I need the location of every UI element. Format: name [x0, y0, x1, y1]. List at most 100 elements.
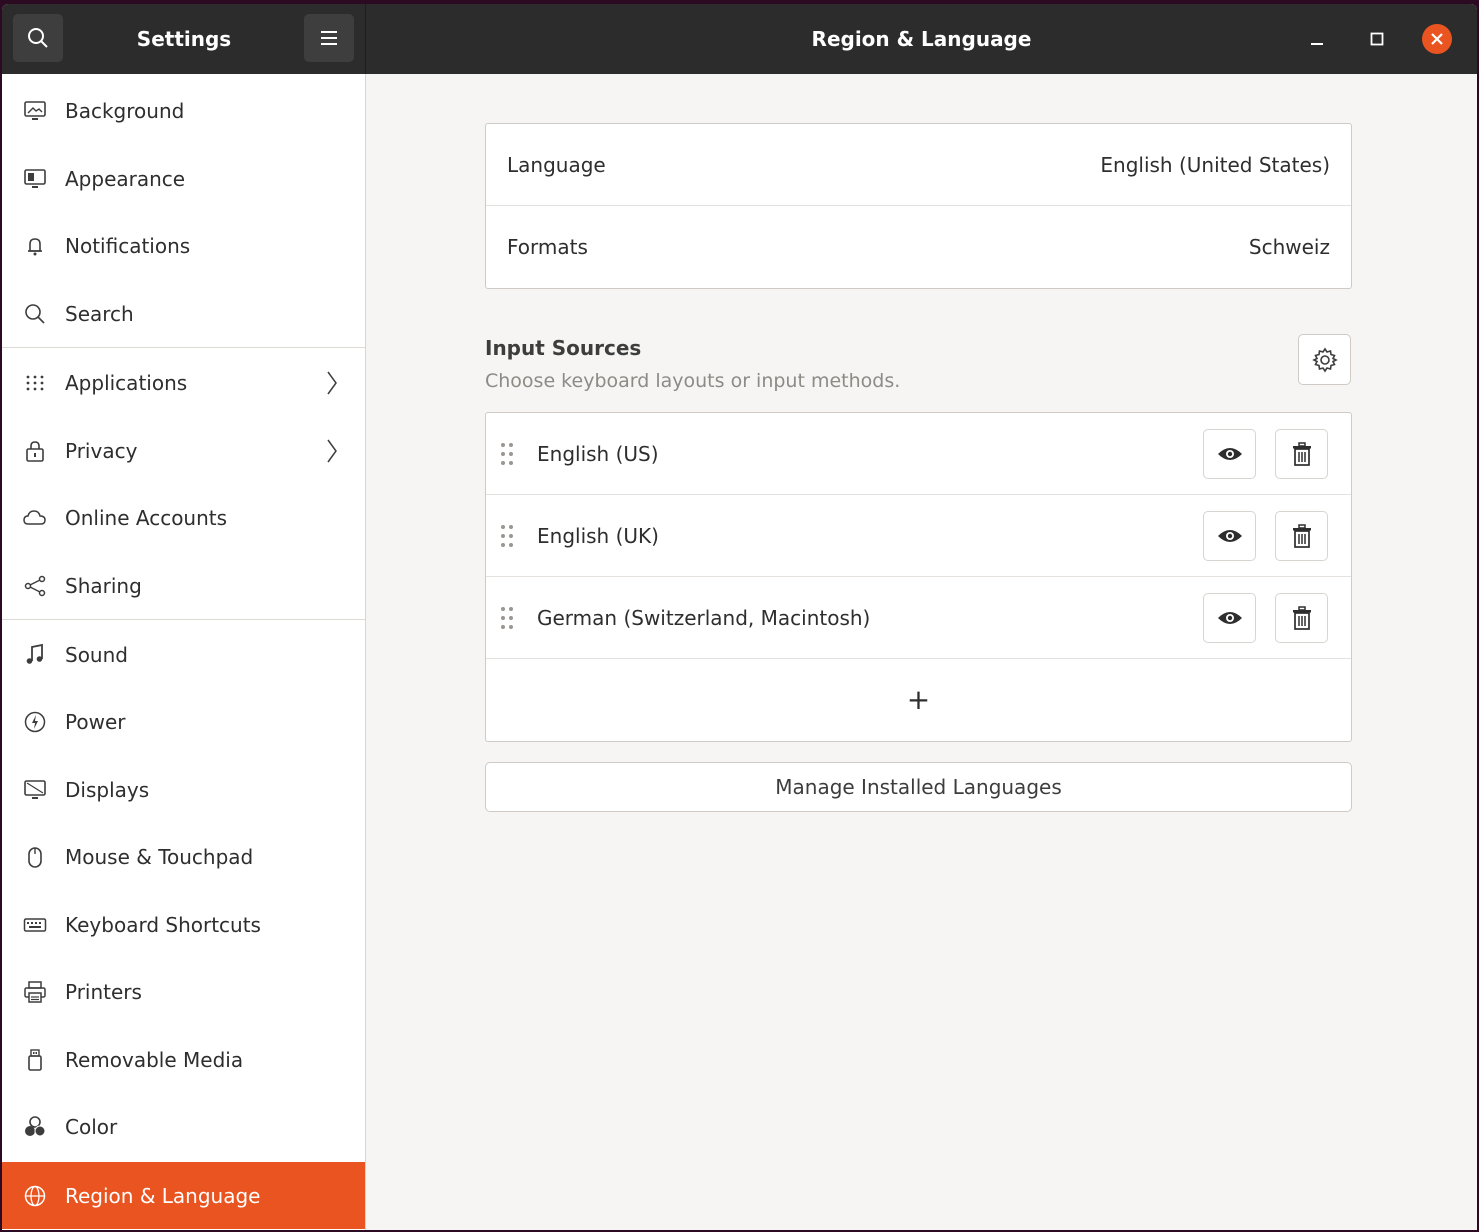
- power-icon: [22, 709, 48, 735]
- minimize-button[interactable]: [1300, 22, 1334, 56]
- sidebar-item-label: Removable Media: [65, 1047, 244, 1072]
- header-bar: Settings Region & Language: [2, 4, 1477, 74]
- sidebar-item-label: Sharing: [65, 573, 142, 598]
- close-button[interactable]: [1422, 24, 1452, 54]
- lock-icon: [22, 438, 48, 464]
- sidebar-item-label: Keyboard Shortcuts: [65, 912, 261, 937]
- menu-button[interactable]: [304, 14, 354, 62]
- appearance-icon: [22, 166, 48, 192]
- sidebar-item-label: Appearance: [65, 166, 186, 191]
- chevron-right-icon: [327, 371, 337, 394]
- bell-icon: [22, 233, 48, 259]
- language-value: English (United States): [1100, 152, 1330, 177]
- eye-icon: [1217, 530, 1242, 542]
- sidebar-item-label: Displays: [65, 777, 150, 802]
- sidebar-item-printers[interactable]: Printers: [2, 958, 365, 1025]
- preview-layout-button[interactable]: [1203, 511, 1256, 561]
- search-icon: [28, 28, 48, 48]
- sidebar-header: Settings: [2, 4, 366, 74]
- settings-window: Settings Region & Language Background Ap…: [2, 4, 1477, 1230]
- main-content: Language English (United States) Formats…: [366, 74, 1477, 1230]
- sidebar-item-power[interactable]: Power: [2, 688, 365, 755]
- language-formats-card: Language English (United States) Formats…: [485, 123, 1352, 289]
- formats-value: Schweiz: [1248, 235, 1330, 259]
- sidebar-item-color[interactable]: Color: [2, 1093, 365, 1160]
- remove-source-button[interactable]: [1275, 511, 1328, 561]
- globe-icon: [22, 1183, 48, 1209]
- sidebar-item-region-language[interactable]: Region & Language: [2, 1162, 365, 1229]
- display-icon: [22, 777, 48, 803]
- sidebar-item-label: Power: [65, 709, 126, 734]
- formats-label: Formats: [507, 235, 588, 259]
- language-row[interactable]: Language English (United States): [486, 124, 1351, 206]
- eye-icon: [1217, 448, 1242, 460]
- maximize-button[interactable]: [1360, 22, 1394, 56]
- trash-icon: [1292, 524, 1311, 548]
- sidebar-item-removable-media[interactable]: Removable Media: [2, 1026, 365, 1093]
- sidebar-item-label: Sound: [65, 642, 128, 667]
- close-icon: [1431, 33, 1443, 45]
- sidebar-item-notifications[interactable]: Notifications: [2, 212, 365, 279]
- sidebar-item-label: Mouse & Touchpad: [65, 844, 254, 869]
- input-source-row[interactable]: German (Switzerland, Macintosh): [486, 577, 1351, 659]
- manage-installed-languages-button[interactable]: Manage Installed Languages: [485, 762, 1352, 812]
- sidebar-item-search[interactable]: Search: [2, 280, 365, 347]
- sidebar: Background Appearance Notifications Sear…: [2, 74, 366, 1230]
- input-source-row[interactable]: English (UK): [486, 495, 1351, 577]
- input-source-row[interactable]: English (US): [486, 413, 1351, 495]
- input-source-label: English (UK): [537, 524, 659, 548]
- keyboard-icon: [22, 912, 48, 938]
- drag-handle-icon[interactable]: [499, 605, 515, 631]
- sidebar-item-sharing[interactable]: Sharing: [2, 552, 365, 619]
- sidebar-item-label: Online Accounts: [65, 505, 228, 530]
- trash-icon: [1292, 442, 1311, 466]
- formats-row[interactable]: Formats Schweiz: [486, 206, 1351, 288]
- search-icon: [22, 301, 48, 327]
- sidebar-item-label: Printers: [65, 979, 142, 1004]
- music-note-icon: [22, 642, 48, 668]
- preview-layout-button[interactable]: [1203, 593, 1256, 643]
- search-button[interactable]: [13, 14, 63, 62]
- cloud-icon: [22, 505, 48, 531]
- sidebar-item-label: Applications: [65, 370, 188, 395]
- sidebar-item-privacy[interactable]: Privacy: [2, 417, 365, 484]
- sidebar-item-label: Privacy: [65, 438, 138, 463]
- sidebar-item-sound[interactable]: Sound: [2, 621, 365, 688]
- input-source-label: English (US): [537, 442, 659, 466]
- input-sources-list: English (US) English (UK) German (Switze…: [485, 412, 1352, 742]
- sidebar-item-displays[interactable]: Displays: [2, 756, 365, 823]
- maximize-icon: [1370, 32, 1384, 46]
- input-sources-options-button[interactable]: [1298, 334, 1351, 385]
- drag-handle-icon[interactable]: [499, 441, 515, 467]
- sidebar-item-keyboard-shortcuts[interactable]: Keyboard Shortcuts: [2, 891, 365, 958]
- input-source-label: German (Switzerland, Macintosh): [537, 606, 871, 630]
- sidebar-item-applications[interactable]: Applications: [2, 349, 365, 416]
- sidebar-separator: [2, 619, 365, 620]
- input-sources-title: Input Sources: [485, 336, 642, 360]
- chevron-right-icon: [327, 439, 337, 462]
- input-sources-subtitle: Choose keyboard layouts or input methods…: [485, 370, 901, 392]
- printer-icon: [22, 979, 48, 1005]
- remove-source-button[interactable]: [1275, 429, 1328, 479]
- sidebar-item-background[interactable]: Background: [2, 77, 365, 144]
- remove-source-button[interactable]: [1275, 593, 1328, 643]
- plus-icon: +: [906, 683, 931, 716]
- preview-layout-button[interactable]: [1203, 429, 1256, 479]
- sidebar-item-online-accounts[interactable]: Online Accounts: [2, 484, 365, 551]
- sidebar-item-label: Region & Language: [65, 1183, 261, 1208]
- sidebar-item-appearance[interactable]: Appearance: [2, 145, 365, 212]
- sidebar-item-label: Color: [65, 1114, 118, 1139]
- sidebar-item-mouse-touchpad[interactable]: Mouse & Touchpad: [2, 823, 365, 890]
- add-input-source-button[interactable]: +: [486, 659, 1351, 741]
- sidebar-separator: [2, 347, 365, 348]
- trash-icon: [1292, 606, 1311, 630]
- mouse-icon: [22, 844, 48, 870]
- drag-handle-icon[interactable]: [499, 523, 515, 549]
- minimize-icon: [1311, 43, 1323, 45]
- sidebar-item-label: Background: [65, 98, 185, 123]
- eye-icon: [1217, 612, 1242, 624]
- share-icon: [22, 573, 48, 599]
- sidebar-item-label: Search: [65, 301, 134, 326]
- grid-icon: [22, 370, 48, 396]
- usb-drive-icon: [22, 1047, 48, 1073]
